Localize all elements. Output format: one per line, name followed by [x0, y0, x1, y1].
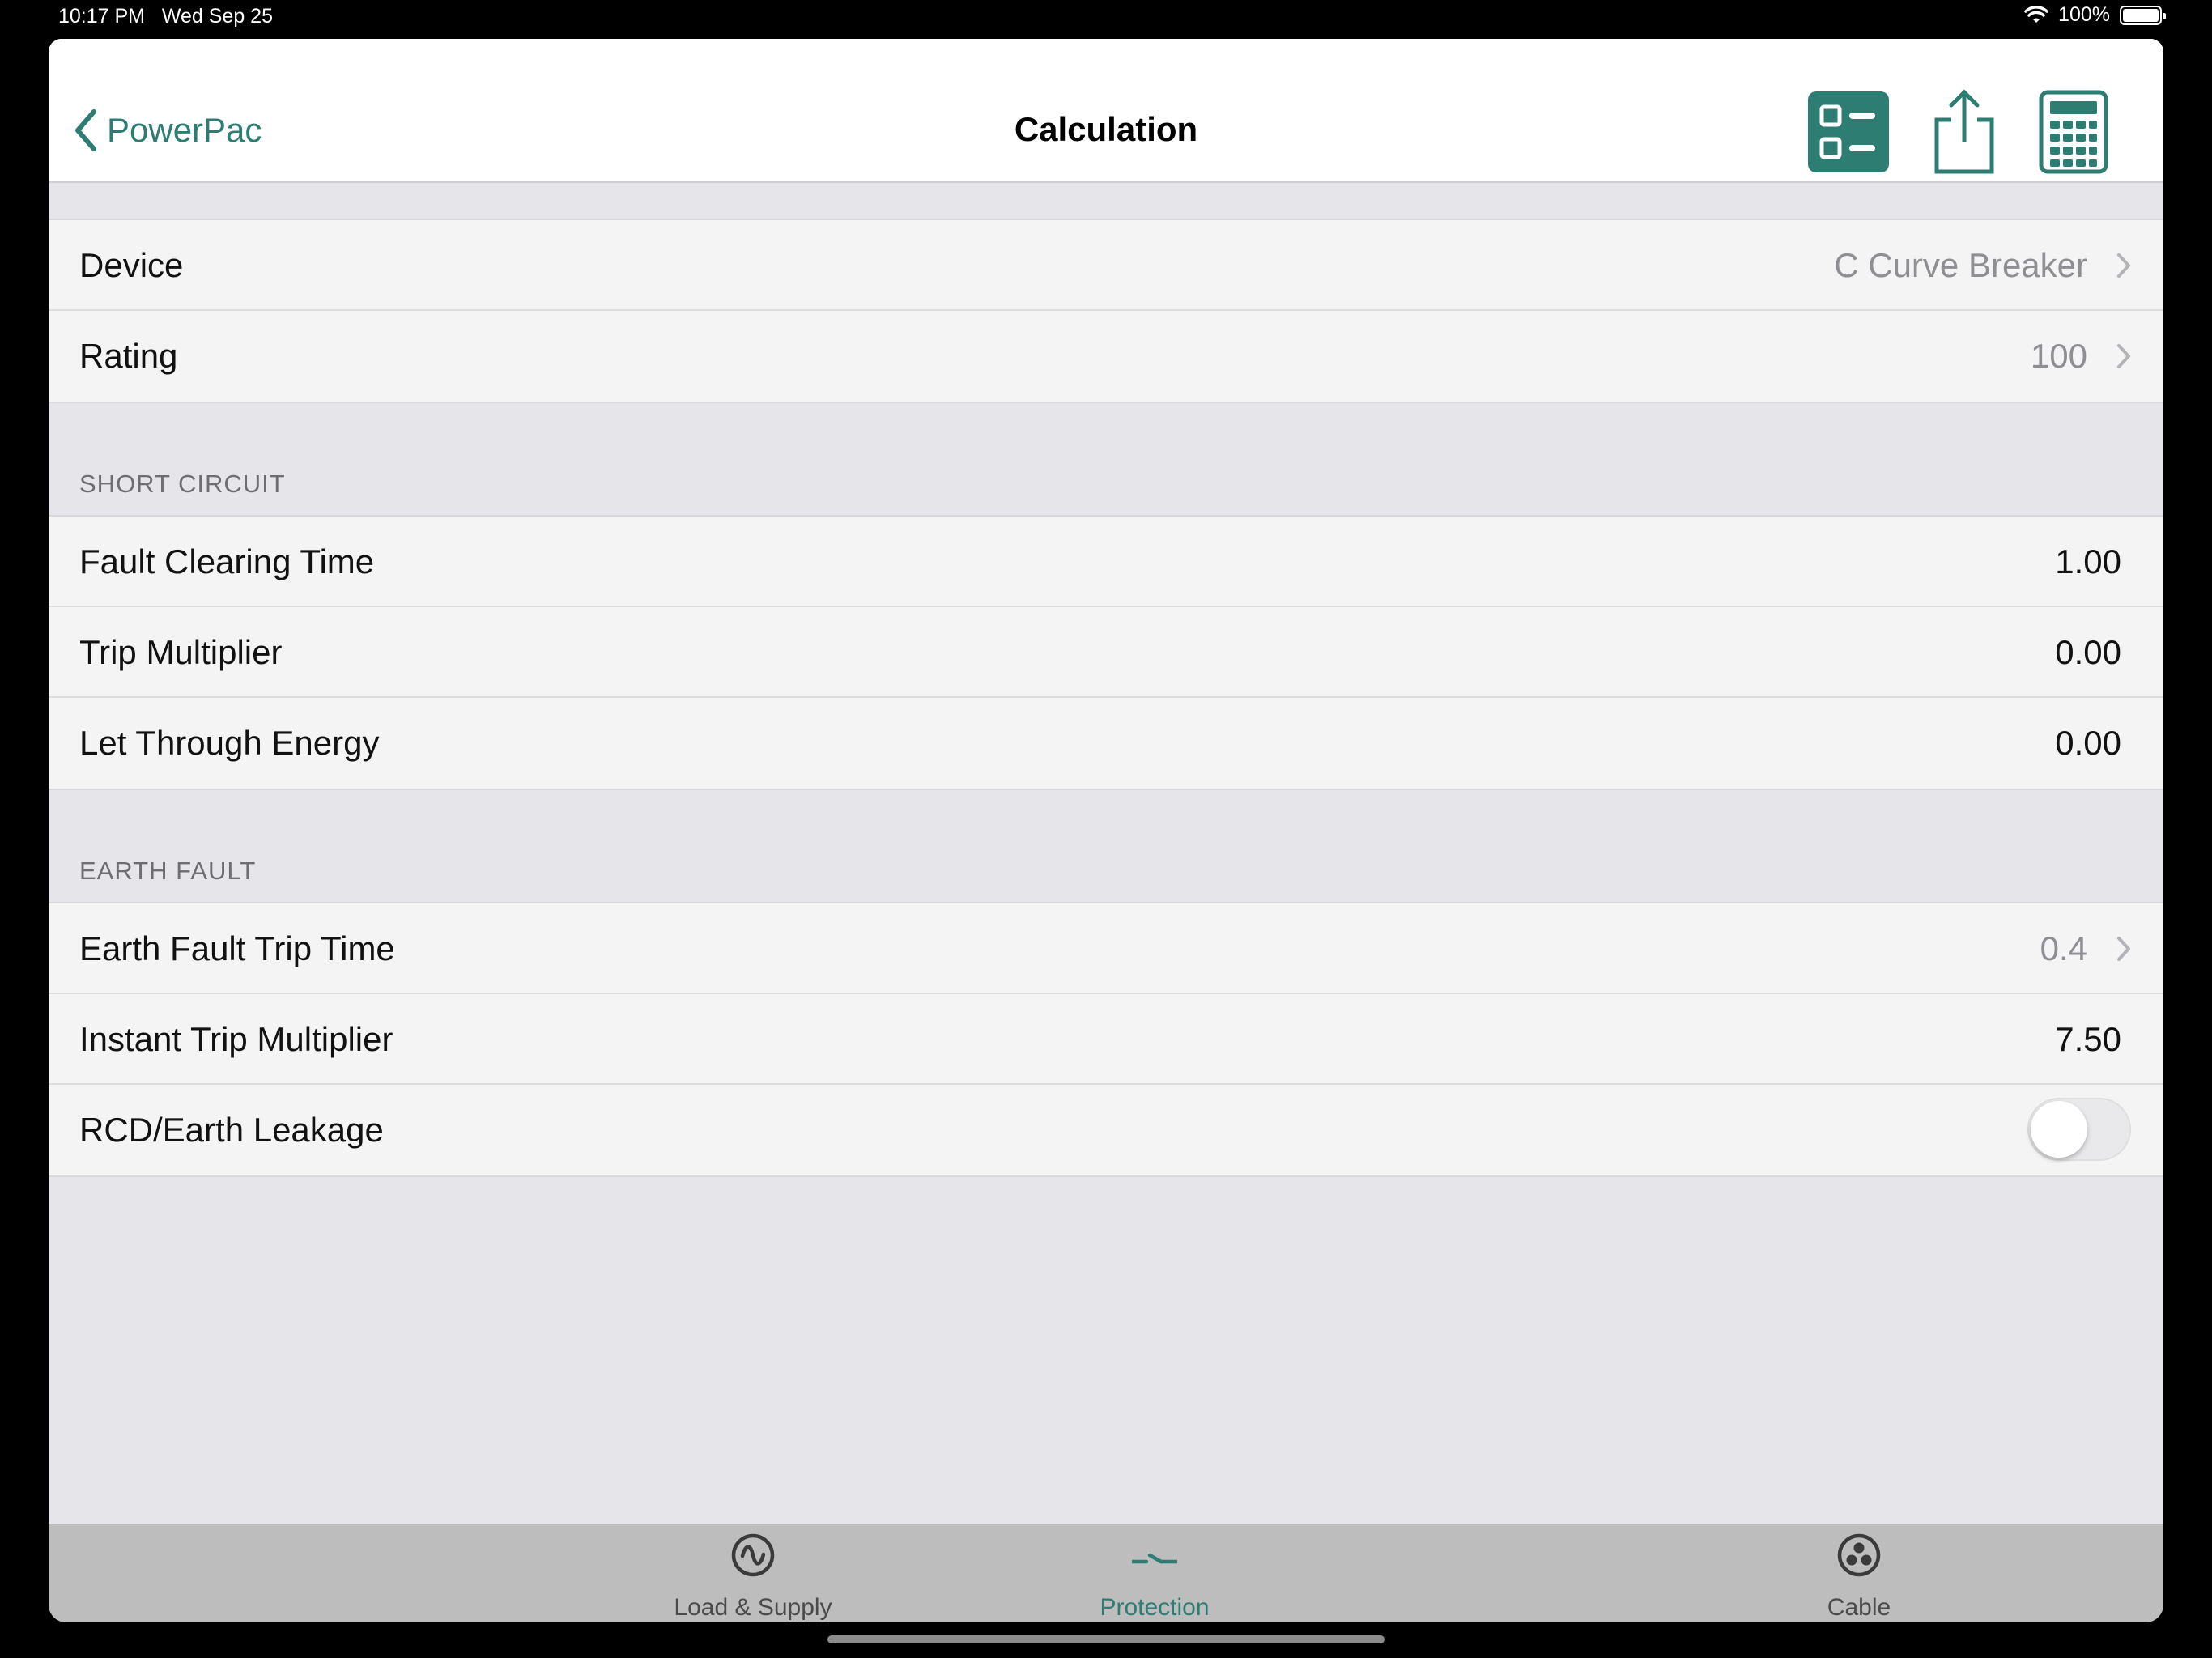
fault-clearing-time-row[interactable]: Fault Clearing Time 1.00 [49, 517, 2163, 607]
let-through-energy-label: Let Through Energy [79, 724, 380, 762]
app-window: PowerPac Calculation Device C Curve Brea… [49, 39, 2163, 1622]
earth-fault-trip-time-label: Earth Fault Trip Time [79, 929, 395, 967]
home-indicator[interactable] [827, 1635, 1385, 1643]
device-group: Device C Curve Breaker Rating 100 [49, 219, 2163, 403]
rcd-earth-leakage-label: RCD/Earth Leakage [79, 1111, 384, 1149]
short-circuit-header: SHORT CIRCUIT [79, 470, 286, 498]
wifi-icon [2024, 6, 2048, 23]
instant-trip-multiplier-label: Instant Trip Multiplier [79, 1020, 393, 1058]
status-clock: 10:17 PM [58, 5, 146, 28]
toggle-knob [2031, 1101, 2087, 1158]
navigation-bar: PowerPac Calculation [49, 39, 2163, 183]
short-circuit-group: Fault Clearing Time 1.00 Trip Multiplier… [49, 515, 2163, 790]
tab-load-supply[interactable]: Load & Supply [591, 1524, 915, 1622]
earth-fault-group: Earth Fault Trip Time 0.4 Instant Trip M… [49, 902, 2163, 1177]
share-icon[interactable] [1932, 89, 1997, 175]
status-date: Wed Sep 25 [161, 5, 273, 28]
cable-icon [1837, 1533, 1881, 1577]
fault-clearing-time-value[interactable]: 1.00 [2055, 517, 2121, 607]
sine-wave-icon [731, 1533, 775, 1577]
battery-percent: 100% [2058, 3, 2110, 26]
trip-multiplier-row[interactable]: Trip Multiplier 0.00 [49, 607, 2163, 698]
let-through-energy-row[interactable]: Let Through Energy 0.00 [49, 698, 2163, 789]
instant-trip-multiplier-row[interactable]: Instant Trip Multiplier 7.50 [49, 994, 2163, 1085]
trip-multiplier-label: Trip Multiplier [79, 633, 283, 671]
rating-label: Rating [79, 337, 178, 375]
earth-fault-trip-time-value: 0.4 [2040, 929, 2087, 967]
rcd-earth-leakage-row: RCD/Earth Leakage [49, 1085, 2163, 1175]
earth-fault-header: EARTH FAULT [79, 857, 257, 885]
let-through-energy-value[interactable]: 0.00 [2055, 698, 2121, 789]
device-label: Device [79, 246, 184, 284]
rating-value: 100 [2030, 337, 2087, 375]
trip-multiplier-value[interactable]: 0.00 [2055, 607, 2121, 698]
battery-icon [2120, 5, 2166, 25]
calculator-icon[interactable] [2039, 90, 2108, 174]
status-indicators: 100% [2024, 3, 2166, 27]
instant-trip-multiplier-value[interactable]: 7.50 [2055, 994, 2121, 1085]
switch-icon [1132, 1553, 1177, 1564]
list-icon[interactable] [1807, 91, 1890, 173]
tab-cable[interactable]: Cable [1697, 1524, 2021, 1622]
device-value: C Curve Breaker [1834, 246, 2087, 284]
status-time: 10:17 PM Wed Sep 25 [58, 5, 273, 28]
status-bar: 10:17 PM Wed Sep 25 100% [0, 0, 2212, 36]
earth-fault-trip-time-row[interactable]: Earth Fault Trip Time 0.4 [49, 903, 2163, 994]
chevron-right-icon [2117, 253, 2130, 278]
device-row[interactable]: Device C Curve Breaker [49, 220, 2163, 311]
rating-row[interactable]: Rating 100 [49, 311, 2163, 402]
chevron-right-icon [2117, 937, 2130, 961]
tab-protection[interactable]: Protection [993, 1524, 1317, 1622]
chevron-right-icon [2117, 344, 2130, 368]
tab-load-supply-label: Load & Supply [674, 1594, 832, 1621]
tab-protection-label: Protection [1100, 1594, 1210, 1621]
nav-actions [1807, 89, 2108, 175]
rcd-earth-leakage-toggle[interactable] [2027, 1098, 2131, 1161]
fault-clearing-time-label: Fault Clearing Time [79, 542, 375, 580]
tab-bar: Load & Supply Protection Cable [49, 1524, 2163, 1622]
tab-cable-label: Cable [1827, 1594, 1891, 1621]
